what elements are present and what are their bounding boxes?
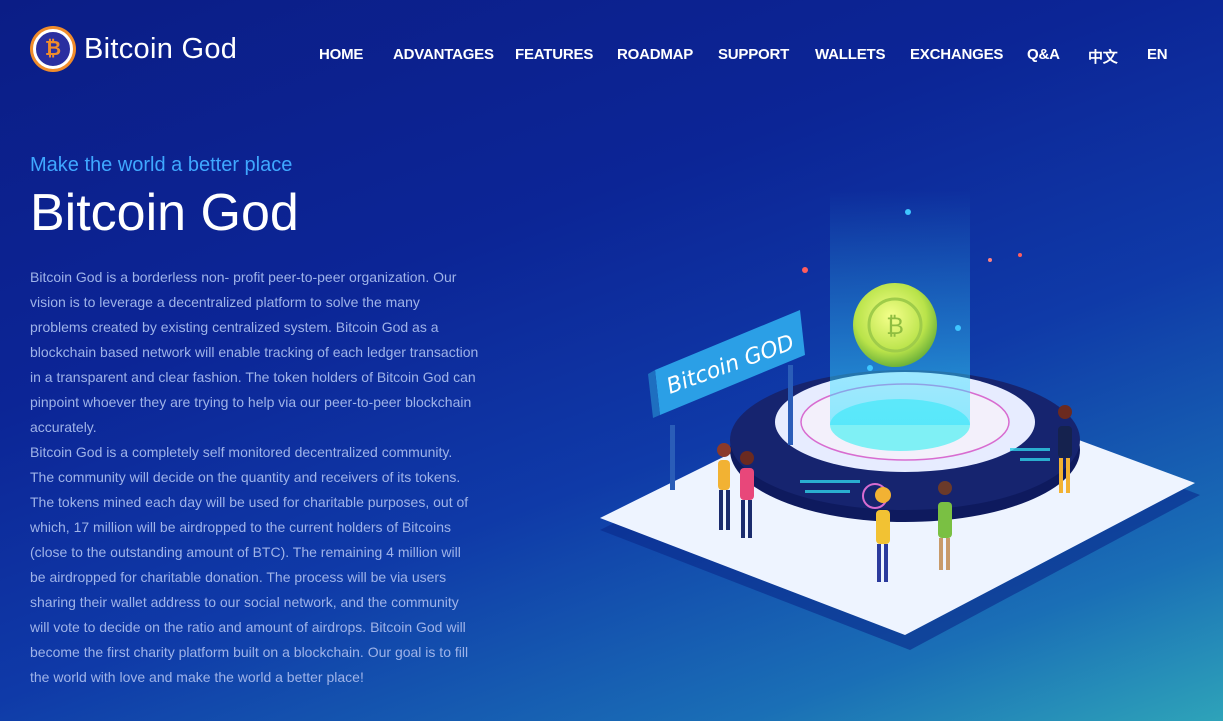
nav-chinese[interactable]: 中文 [1088, 46, 1147, 67]
hero-paragraph-1: Bitcoin God is a borderless non- profit … [30, 269, 479, 435]
blockchain-platform-illustration: ₿ Bitcoin GOD [600, 190, 1200, 650]
nav-qa[interactable]: Q&A [1027, 46, 1088, 67]
brand-logo[interactable]: ₿ Bitcoin God [30, 26, 237, 72]
nav-home[interactable]: HOME [319, 46, 393, 67]
hero-paragraph-2: Bitcoin God is a completely self monitor… [30, 444, 469, 685]
hero-title: Bitcoin God [30, 184, 299, 242]
nav-exchanges[interactable]: EXCHANGES [910, 46, 1027, 67]
nav-features[interactable]: FEATURES [515, 46, 617, 67]
bitcoin-icon: ₿ [30, 26, 76, 72]
brand-name: Bitcoin God [84, 32, 238, 65]
site-header: ₿ Bitcoin God HOME ADVANTAGES FEATURES R… [0, 0, 1223, 100]
nav-support[interactable]: SUPPORT [718, 46, 815, 67]
nav-advantages[interactable]: ADVANTAGES [393, 46, 515, 67]
hero-illustration: ₿ Bitcoin GOD [590, 150, 1210, 670]
nav-roadmap[interactable]: ROADMAP [617, 46, 718, 67]
nav-english[interactable]: EN [1147, 46, 1187, 67]
main-nav: HOME ADVANTAGES FEATURES ROADMAP SUPPORT… [319, 46, 1187, 67]
hero-description: Bitcoin God is a borderless non- profit … [30, 265, 480, 690]
nav-wallets[interactable]: WALLETS [815, 46, 910, 67]
svg-text:₿: ₿ [886, 312, 904, 340]
hero-tagline: Make the world a better place [30, 154, 293, 176]
hero-section: Make the world a better place Bitcoin Go… [30, 154, 480, 690]
